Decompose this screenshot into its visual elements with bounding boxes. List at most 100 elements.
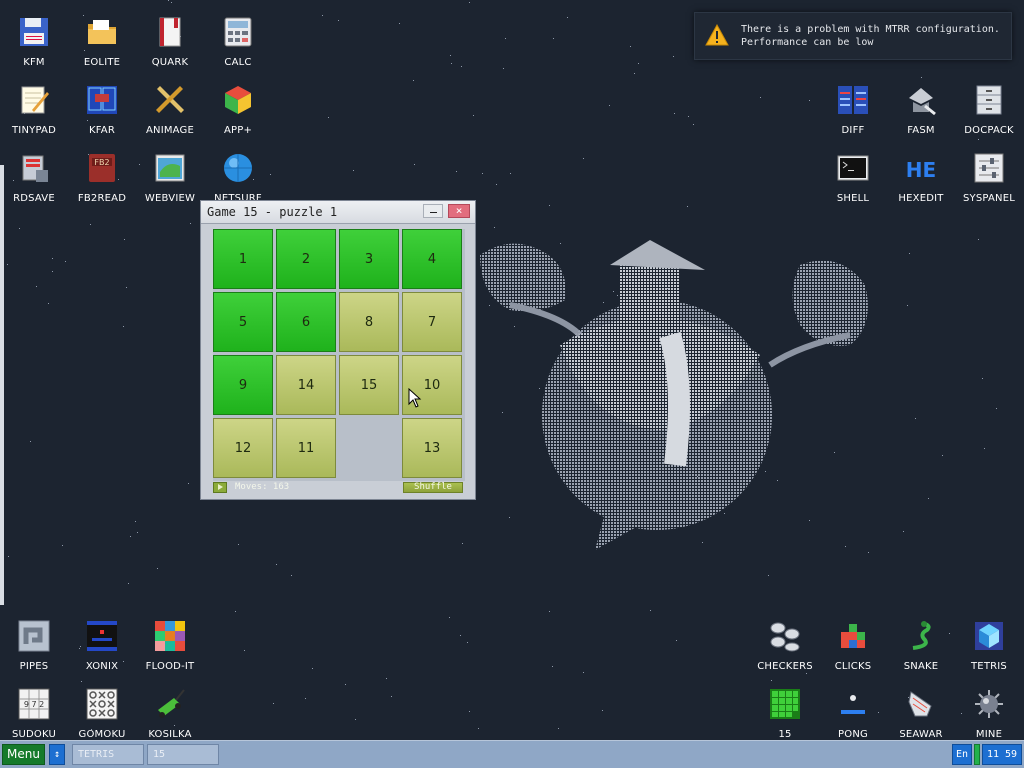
minimize-button[interactable] — [423, 204, 443, 218]
desktop-icon-app-plus[interactable]: APP+ — [204, 76, 272, 142]
star — [996, 408, 997, 409]
puzzle-tile[interactable]: 15 — [339, 355, 399, 415]
desktop-icon-diff[interactable]: DIFF — [819, 76, 887, 142]
desktop-icon-eolite[interactable]: EOLITE — [68, 8, 136, 74]
desktop-icon-hexedit[interactable]: HE HEXEDIT — [887, 144, 955, 210]
menu-button[interactable]: Menu — [2, 744, 45, 765]
mine-icon — [975, 690, 1003, 718]
desktop-icon-kfm[interactable]: KFM — [0, 8, 68, 74]
puzzle-tile[interactable]: 9 — [213, 355, 273, 415]
desktop-icon-rdsave[interactable]: RDSAVE — [0, 144, 68, 210]
game15-window[interactable]: Game 15 - puzzle 1 × 1 2 3 4 5 6 8 7 9 14 15 10 12 11… — [200, 200, 476, 500]
star — [558, 728, 559, 729]
close-button[interactable]: × — [448, 204, 470, 218]
desktop-icon-label: KOSILKA — [148, 729, 192, 740]
star — [338, 20, 339, 21]
desktop-icon-kfar[interactable]: KFAR — [68, 76, 136, 142]
star — [549, 611, 550, 612]
desktop-icon-webview[interactable]: WEBVIEW — [136, 144, 204, 210]
calculator-icon — [224, 17, 252, 47]
star — [450, 55, 451, 56]
activity-indicator — [974, 744, 980, 765]
desktop-icon-kosilka[interactable]: KOSILKA — [136, 680, 204, 746]
desktop-icon-pong[interactable]: PONG — [819, 680, 887, 746]
star — [676, 640, 677, 641]
puzzle-tile[interactable]: 14 — [276, 355, 336, 415]
desktop-icon-fb2read[interactable]: FB2 FB2READ — [68, 144, 136, 210]
desktop-icon-label: FLOOD-IT — [145, 661, 195, 672]
star — [505, 38, 506, 39]
puzzle-tile[interactable]: 7 — [402, 292, 462, 352]
desktop-icon-animage[interactable]: ANIMAGE — [136, 76, 204, 142]
desktop-icon-sudoku[interactable]: 9 7 2 SUDOKU — [0, 680, 68, 746]
color-grid-icon — [155, 621, 185, 651]
desktop-icon-shell[interactable]: SHELL — [819, 144, 887, 210]
mtrr-warning-notification[interactable]: There is a problem with MTRR configurati… — [694, 12, 1012, 60]
star — [496, 184, 497, 185]
star — [982, 378, 983, 379]
desktop-icon-tetris[interactable]: TETRIS — [955, 612, 1023, 678]
play-icon[interactable] — [213, 482, 227, 493]
star — [602, 710, 603, 711]
desktop-icon-seawar[interactable]: SEAWAR — [887, 680, 955, 746]
desktop-icon-flood-it[interactable]: FLOOD-IT — [136, 612, 204, 678]
puzzle-tile[interactable]: 5 — [213, 292, 273, 352]
desktop-icon-tinypad[interactable]: TINYPAD — [0, 76, 68, 142]
cube-icon — [225, 86, 251, 114]
switch-windows-icon[interactable]: ↕ — [49, 744, 65, 765]
shuffle-button[interactable]: Shuffle — [403, 482, 463, 493]
desktop-icon-15[interactable]: 15 — [751, 680, 819, 746]
desktop-icon-checkers[interactable]: CHECKERS — [751, 612, 819, 678]
puzzle-tile[interactable]: 11 — [276, 418, 336, 478]
desktop-icon-fasm[interactable]: FASM — [887, 76, 955, 142]
star — [552, 666, 553, 667]
desktop-icon-docpack[interactable]: DOCPACK — [955, 76, 1023, 142]
star — [273, 703, 274, 704]
star — [461, 66, 462, 67]
taskbar-item-tetris[interactable]: TETRIS — [72, 744, 144, 765]
clock[interactable]: 11 59 — [982, 744, 1022, 765]
star — [386, 678, 387, 679]
star — [171, 2, 172, 3]
star — [915, 418, 916, 419]
puzzle-tile[interactable]: 13 — [402, 418, 462, 478]
desktop-icon-pipes[interactable]: PIPES — [0, 612, 68, 678]
star — [312, 668, 313, 669]
desktop-icon-xonix[interactable]: XONIX — [68, 612, 136, 678]
star — [48, 303, 49, 304]
star — [391, 696, 392, 697]
desktop-icon-syspanel[interactable]: SYSPANEL — [955, 144, 1023, 210]
star — [168, 0, 169, 1]
treehouse-planet-wallpaper — [480, 240, 868, 550]
star — [328, 117, 329, 118]
pong-icon — [841, 695, 865, 714]
puzzle-tile[interactable]: 3 — [339, 229, 399, 289]
desktop-icon-label: CALC — [224, 57, 252, 68]
puzzle-tile[interactable]: 6 — [276, 292, 336, 352]
puzzle-tile[interactable]: 1 — [213, 229, 273, 289]
window-titlebar[interactable]: Game 15 - puzzle 1 × — [201, 201, 475, 224]
notification-line-1: There is a problem with MTRR configurati… — [741, 24, 1000, 35]
star — [549, 205, 550, 206]
desktop-icon-clicks[interactable]: CLICKS — [819, 612, 887, 678]
star — [482, 173, 483, 174]
tic-tac-toe-icon — [86, 688, 118, 720]
star — [235, 611, 236, 612]
puzzle-tile[interactable]: 2 — [276, 229, 336, 289]
star — [305, 698, 306, 699]
desktop-icon-mine[interactable]: MINE — [955, 680, 1023, 746]
star — [124, 239, 125, 240]
puzzle-tile[interactable]: 4 — [402, 229, 462, 289]
taskbar-item-15[interactable]: 15 — [147, 744, 219, 765]
desktop-icon-quark[interactable]: QUARK — [136, 8, 204, 74]
puzzle-tile[interactable]: 12 — [213, 418, 273, 478]
star — [478, 728, 479, 729]
puzzle-tile[interactable]: 8 — [339, 292, 399, 352]
desktop-icon-gomoku[interactable]: GOMOKU — [68, 680, 136, 746]
desktop-icon-calc[interactable]: CALC — [204, 8, 272, 74]
star — [503, 68, 504, 69]
assembler-icon — [909, 88, 936, 116]
desktop-icon-snake[interactable]: SNAKE — [887, 612, 955, 678]
language-indicator[interactable]: En — [952, 744, 972, 765]
floppy-disk-icon — [20, 18, 48, 46]
